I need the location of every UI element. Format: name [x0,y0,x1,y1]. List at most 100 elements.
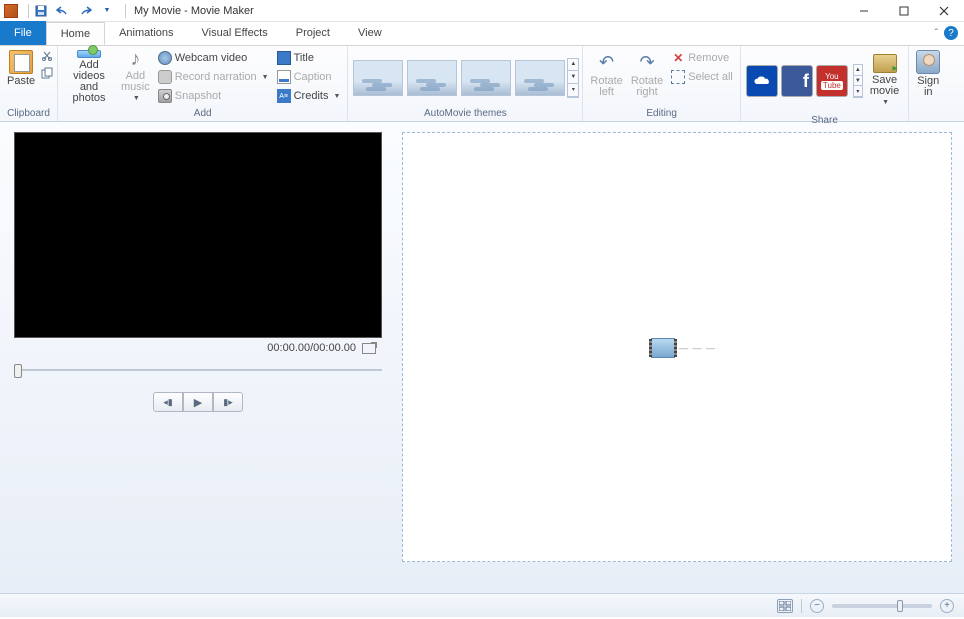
copy-icon[interactable] [41,67,53,79]
group-signin: Sign in [909,46,947,121]
group-label: Add [61,107,344,121]
play-button[interactable]: ▶ [183,392,213,412]
facebook-button[interactable]: f [781,65,813,97]
mic-icon [158,70,172,84]
music-icon: ♪ [123,50,147,69]
tab-home[interactable]: Home [46,22,105,45]
remove-icon: ✕ [671,51,685,65]
slider-thumb[interactable] [14,364,22,378]
paste-icon [9,50,33,74]
minimize-button[interactable] [844,0,884,22]
caption-button[interactable]: Caption [275,68,343,86]
title-button[interactable]: Title [275,49,343,67]
credits-label: Credits [294,90,329,102]
scroll-down-icon[interactable]: ▼ [568,71,578,84]
paste-button[interactable]: Paste [3,48,39,106]
group-label: Editing [586,107,736,121]
automovie-theme[interactable] [461,60,511,96]
caption-label: Caption [294,71,332,83]
title-label: Title [294,52,314,64]
automovie-theme[interactable] [515,60,565,96]
group-share: f YouTube ▲ ▼ ▾ Save movie ▼ Share [741,46,909,121]
separator [801,599,802,613]
next-frame-button[interactable]: ▮▸ [213,392,243,412]
add-music-button[interactable]: ♪ Add music ▼ [117,48,154,106]
onedrive-button[interactable] [746,65,778,97]
save-movie-button[interactable]: Save movie ▼ [866,52,903,110]
scroll-up-icon[interactable]: ▲ [854,65,862,76]
status-bar: − + [0,593,964,617]
gallery-expand-icon[interactable]: ▾ [568,84,578,97]
sign-in-label: Sign in [917,76,939,98]
tab-view[interactable]: View [344,22,396,45]
ribbon-help-area: ˆ ? [935,26,958,40]
dropdown-icon: ▼ [133,93,140,104]
zoom-thumb[interactable] [897,600,903,612]
zoom-out-button[interactable]: − [810,599,824,613]
gallery-expand-icon[interactable]: ▾ [854,86,862,97]
window-controls [844,0,964,22]
credits-button[interactable]: A≡Credits ▼ [275,87,343,105]
video-preview[interactable] [14,132,382,338]
sign-in-button[interactable]: Sign in [912,48,944,106]
select-all-label: Select all [688,71,733,83]
group-add: Add videos and photos ♪ Add music ▼ Webc… [58,46,348,121]
snapshot-button[interactable]: Snapshot [156,87,271,105]
thumbnail-view-icon[interactable] [777,599,793,613]
zoom-slider[interactable] [832,604,932,608]
collapse-ribbon-icon[interactable]: ˆ [935,28,938,39]
dropdown-icon: ▼ [333,93,340,100]
automovie-theme[interactable] [407,60,457,96]
add-music-label: Add music [121,71,150,93]
select-all-button[interactable]: Select all [669,68,735,86]
rotate-right-label: Rotate right [631,76,663,98]
storyboard-placeholder: — — — [651,338,716,358]
tab-visual-effects[interactable]: Visual Effects [188,22,282,45]
tab-project[interactable]: Project [282,22,344,45]
rotate-left-button[interactable]: ↶ Rotate left [586,48,626,106]
record-narration-button[interactable]: Record narration▼ [156,68,271,86]
theme-gallery-scroll: ▲ ▼ ▾ [567,58,579,98]
rotate-right-button[interactable]: ↷ Rotate right [627,48,667,106]
scroll-up-icon[interactable]: ▲ [568,59,578,72]
group-label: Clipboard [3,107,54,121]
cut-icon[interactable] [41,50,53,62]
undo-icon[interactable] [55,3,71,19]
maximize-button[interactable] [884,0,924,22]
automovie-theme[interactable] [353,60,403,96]
share-gallery-scroll: ▲ ▼ ▾ [853,64,863,98]
group-editing: ↶ Rotate left ↷ Rotate right ✕Remove Sel… [583,46,740,121]
app-icon[interactable] [4,4,18,18]
group-automovie: ▲ ▼ ▾ AutoMovie themes [348,46,583,121]
yt-text-bot: Tube [821,81,843,90]
add-vp-label: Add videos and photos [65,60,113,104]
add-videos-photos-button[interactable]: Add videos and photos [61,48,117,106]
ribbon: Paste Clipboard Add videos and photos ♪ … [0,46,964,122]
scroll-down-icon[interactable]: ▼ [854,76,862,87]
close-button[interactable] [924,0,964,22]
zoom-in-button[interactable]: + [940,599,954,613]
tab-animations[interactable]: Animations [105,22,187,45]
paste-label: Paste [7,76,35,87]
quick-access-toolbar: ▼ [33,3,121,19]
storyboard[interactable]: — — — [402,132,952,562]
webcam-video-button[interactable]: Webcam video [156,49,271,67]
help-icon[interactable]: ? [944,26,958,40]
caption-icon [277,70,291,84]
select-all-icon [671,70,685,84]
prev-frame-button[interactable]: ◂▮ [153,392,183,412]
save-movie-icon [873,54,897,73]
group-label: AutoMovie themes [351,107,579,121]
qat-dropdown-icon[interactable]: ▼ [99,3,115,19]
file-tab[interactable]: File [0,21,46,45]
save-icon[interactable] [33,3,49,19]
credits-icon: A≡ [277,89,291,103]
seek-slider[interactable] [14,362,382,378]
group-clipboard: Paste Clipboard [0,46,58,121]
redo-icon[interactable] [77,3,93,19]
timeline-pane: — — — [398,122,964,593]
youtube-button[interactable]: YouTube [816,65,848,97]
fullscreen-icon[interactable] [362,343,376,354]
record-label: Record narration [175,71,257,83]
remove-button[interactable]: ✕Remove [669,49,735,67]
